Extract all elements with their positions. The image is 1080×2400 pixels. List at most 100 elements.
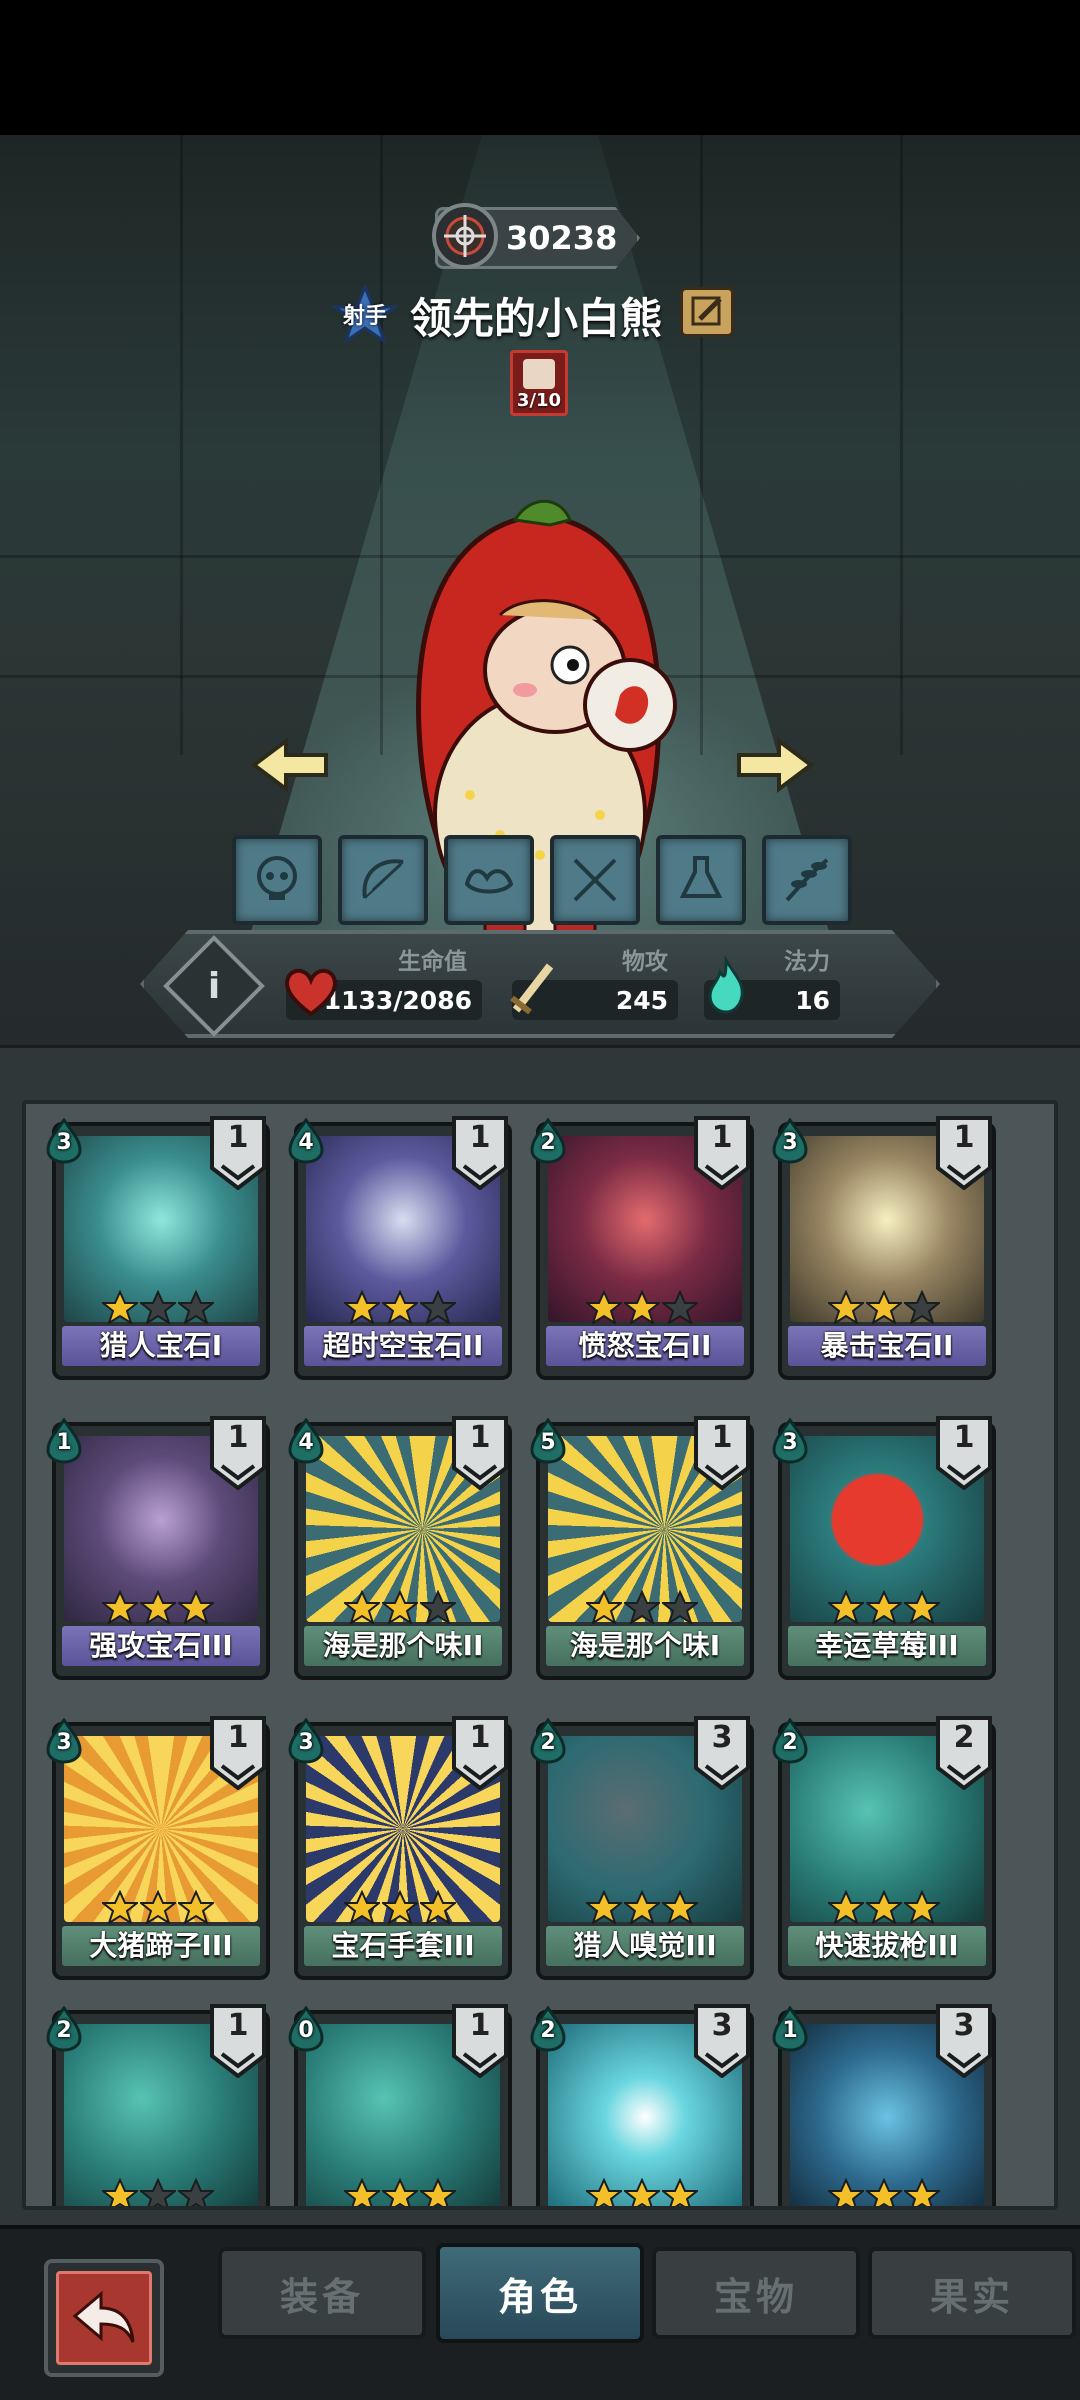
card-cost-value: 1 — [782, 2018, 798, 2043]
star-empty-icon — [624, 1590, 660, 1624]
card-name: 幸运草莓III — [788, 1626, 986, 1666]
star-filled-icon — [344, 1890, 380, 1924]
card-level-value: 1 — [469, 2008, 491, 2043]
card-item[interactable]: 01 — [288, 2004, 512, 2206]
next-character-arrow[interactable] — [735, 735, 815, 795]
hp-stat: 生命值 1133/2086 — [285, 942, 482, 1032]
star-filled-icon — [624, 1290, 660, 1324]
star-filled-icon — [828, 2178, 864, 2206]
star-empty-icon — [904, 1290, 940, 1324]
edit-name-button[interactable] — [680, 287, 734, 337]
muscle-trait-icon[interactable] — [444, 835, 534, 925]
card-cost-value: 0 — [298, 2018, 314, 2043]
card-item[interactable]: 1 1 强攻宝石III — [46, 1416, 270, 1680]
tab-treasure-label: 宝物 — [713, 2274, 798, 2319]
star-filled-icon — [662, 2178, 698, 2206]
wall-seam — [380, 135, 383, 755]
skill-token[interactable]: 3/10 — [510, 350, 568, 416]
card-stars — [828, 1590, 948, 1624]
info-icon: i — [207, 965, 221, 1007]
card-stars — [828, 1890, 948, 1924]
card-cost: 1 — [44, 1417, 84, 1464]
card-cost: 4 — [286, 1117, 326, 1164]
star-filled-icon — [344, 1290, 380, 1324]
card-item[interactable]: 21 — [46, 2004, 270, 2206]
card-item[interactable]: 2 1 愤怒宝石II — [530, 1116, 754, 1380]
crosshair-icon — [432, 203, 498, 269]
card-level-badge: 3 — [694, 1716, 750, 1791]
tab-treasure[interactable]: 宝物 — [652, 2247, 860, 2339]
star-filled-icon — [382, 1890, 418, 1924]
tab-character[interactable]: 角色 — [436, 2243, 644, 2343]
star-filled-icon — [828, 1590, 864, 1624]
previous-character-arrow[interactable] — [250, 735, 330, 795]
star-filled-icon — [586, 2178, 622, 2206]
card-level-badge: 1 — [210, 1416, 266, 1491]
card-level-badge: 3 — [694, 2004, 750, 2079]
star-filled-icon — [102, 2178, 138, 2206]
attribute-icons — [232, 835, 852, 930]
card-cost-value: 2 — [540, 1730, 556, 1755]
back-button[interactable] — [44, 2259, 164, 2377]
card-item[interactable]: 13 — [772, 2004, 996, 2206]
card-cost-value: 5 — [540, 1430, 556, 1455]
card-level-badge: 1 — [210, 1116, 266, 1191]
bottom-tab-bar: 装备 角色 宝物 果实 — [0, 2225, 1080, 2400]
card-stars — [586, 1890, 706, 1924]
attack-label: 物攻 — [622, 949, 668, 975]
tab-equipment[interactable]: 装备 — [218, 2247, 426, 2339]
card-level-value: 1 — [469, 1420, 491, 1455]
card-item[interactable]: 3 1 猎人宝石I — [46, 1116, 270, 1380]
card-level-value: 3 — [711, 1720, 733, 1755]
card-level-value: 1 — [469, 1720, 491, 1755]
card-level-value: 2 — [953, 1720, 975, 1755]
heart-icon — [285, 968, 337, 1017]
star-filled-icon — [624, 1890, 660, 1924]
star-empty-icon — [662, 1590, 698, 1624]
card-item[interactable]: 23 — [530, 2004, 754, 2206]
card-level-badge: 1 — [452, 1716, 508, 1791]
star-empty-icon — [140, 2178, 176, 2206]
tab-fruit[interactable]: 果实 — [868, 2247, 1076, 2339]
class-badge: 射手 — [332, 285, 398, 343]
star-filled-icon — [586, 1890, 622, 1924]
skill-token-count: 3/10 — [516, 390, 562, 411]
card-item[interactable]: 4 1 超时空宝石II — [288, 1116, 512, 1380]
card-level-badge: 1 — [452, 1416, 508, 1491]
card-item[interactable]: 4 1 海是那个味II — [288, 1416, 512, 1680]
card-cost-value: 2 — [782, 1730, 798, 1755]
card-item[interactable]: 3 1 幸运草莓III — [772, 1416, 996, 1680]
star-filled-icon — [866, 2178, 902, 2206]
pencil-icon — [691, 296, 722, 326]
star-filled-icon — [866, 1590, 902, 1624]
card-cost: 2 — [528, 1117, 568, 1164]
star-filled-icon — [586, 1290, 622, 1324]
crossed-swords-trait-icon[interactable] — [550, 835, 640, 925]
star-filled-icon — [866, 1290, 902, 1324]
card-item[interactable]: 3 1 大猪蹄子III — [46, 1716, 270, 1980]
mana-stat: 法力 16 — [704, 942, 840, 1032]
hp-label: 生命值 — [398, 949, 467, 975]
card-item[interactable]: 3 1 宝石手套III — [288, 1716, 512, 1980]
card-item[interactable]: 2 3 猎人嗅觉III — [530, 1716, 754, 1980]
potion-trait-icon[interactable] — [656, 835, 746, 925]
card-stars — [344, 1590, 464, 1624]
star-filled-icon — [344, 1590, 380, 1624]
mana-flame-icon — [708, 956, 744, 1014]
card-item[interactable]: 2 2 快速拔枪III — [772, 1716, 996, 1980]
wall-seam — [180, 135, 183, 755]
card-item[interactable]: 5 1 海是那个味I — [530, 1416, 754, 1680]
card-cost-value: 3 — [56, 1730, 72, 1755]
card-level-badge: 1 — [452, 2004, 508, 2079]
star-filled-icon — [140, 1590, 176, 1624]
card-name: 快速拔枪III — [788, 1926, 986, 1966]
laurel-trait-icon[interactable] — [762, 835, 852, 925]
card-level-badge: 2 — [936, 1716, 992, 1791]
tab-equipment-label: 装备 — [279, 2274, 364, 2319]
card-cost-value: 2 — [56, 2018, 72, 2043]
skull-trait-icon[interactable] — [232, 835, 322, 925]
card-name: 海是那个味I — [546, 1626, 744, 1666]
bow-trait-icon[interactable] — [338, 835, 428, 925]
card-item[interactable]: 3 1 暴击宝石II — [772, 1116, 996, 1380]
card-level-badge: 1 — [936, 1416, 992, 1491]
